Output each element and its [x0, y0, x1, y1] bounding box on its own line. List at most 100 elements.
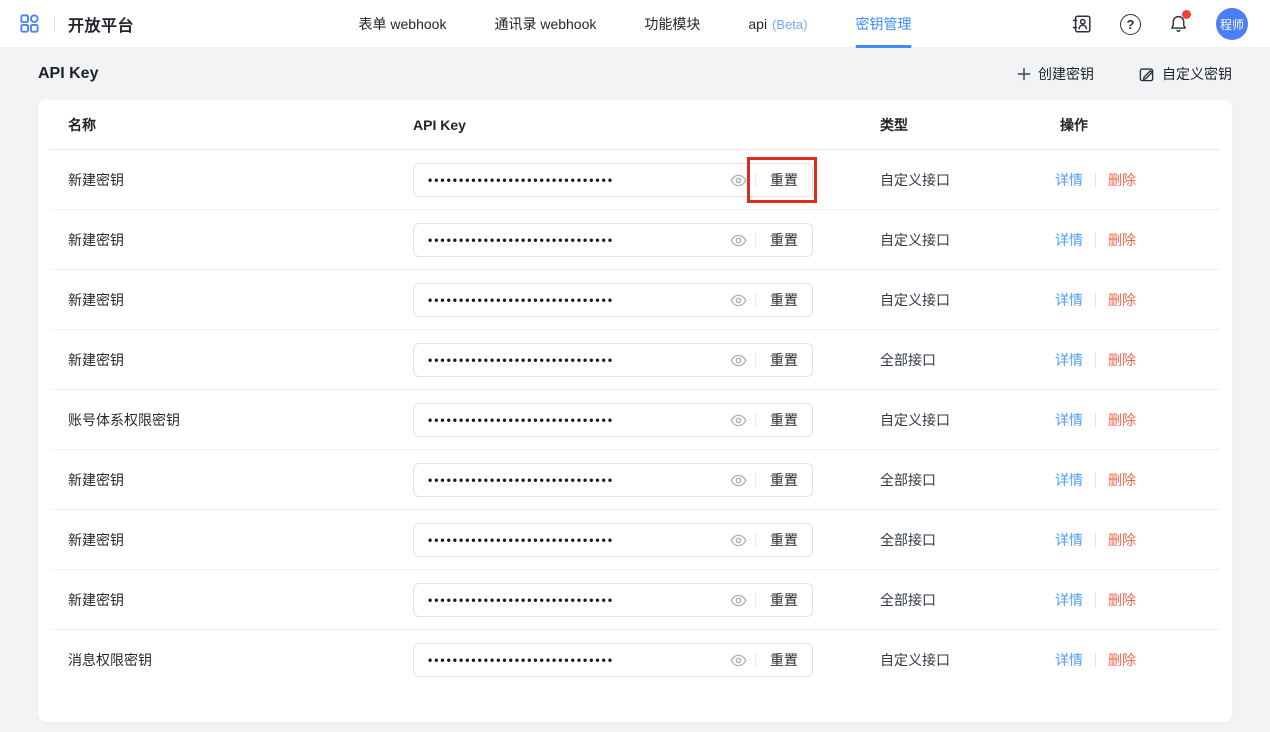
key-name: 新建密钥: [68, 150, 124, 210]
reset-button[interactable]: 重置: [756, 644, 812, 676]
table-row: 新建密钥 •••••••••••••••••••••••••••••• 重置 自…: [38, 150, 1232, 210]
detail-link[interactable]: 详情: [1055, 290, 1083, 310]
create-key-label: 创建密钥: [1038, 64, 1094, 84]
eye-icon[interactable]: [721, 284, 755, 316]
user-avatar[interactable]: 程师: [1216, 8, 1248, 40]
api-key-table-card: 名称 API Key 类型 操作 新建密钥 ••••••••••••••••••…: [38, 100, 1232, 722]
detail-link[interactable]: 详情: [1055, 530, 1083, 550]
table-body: 新建密钥 •••••••••••••••••••••••••••••• 重置 自…: [38, 150, 1232, 690]
key-type: 全部接口: [880, 330, 936, 390]
api-key-masked-input[interactable]: ••••••••••••••••••••••••••••••: [414, 233, 721, 247]
help-icon[interactable]: ?: [1120, 14, 1141, 35]
api-key-masked-input[interactable]: ••••••••••••••••••••••••••••••: [414, 653, 721, 667]
nav-item-contacts-webhook[interactable]: 通讯录 webhook: [494, 0, 596, 48]
nav-item-key-management[interactable]: 密钥管理: [855, 0, 911, 48]
key-name: 新建密钥: [68, 450, 124, 510]
table-row: 新建密钥 •••••••••••••••••••••••••••••• 重置 全…: [38, 510, 1232, 570]
eye-icon[interactable]: [721, 584, 755, 616]
reset-button[interactable]: 重置: [756, 464, 812, 496]
table-row: 新建密钥 •••••••••••••••••••••••••••••• 重置 自…: [38, 270, 1232, 330]
eye-icon[interactable]: [721, 164, 755, 196]
api-key-masked-input[interactable]: ••••••••••••••••••••••••••••••: [414, 533, 721, 547]
reset-button[interactable]: 重置: [756, 164, 812, 196]
reset-button[interactable]: 重置: [756, 524, 812, 556]
api-key-input-group: •••••••••••••••••••••••••••••• 重置: [413, 163, 813, 197]
delete-link[interactable]: 删除: [1108, 410, 1136, 430]
notification-dot: [1182, 10, 1191, 19]
reset-button[interactable]: 重置: [756, 344, 812, 376]
key-name: 新建密钥: [68, 270, 124, 330]
delete-link[interactable]: 删除: [1108, 650, 1136, 670]
eye-icon[interactable]: [721, 464, 755, 496]
table-row: 新建密钥 •••••••••••••••••••••••••••••• 重置 全…: [38, 450, 1232, 510]
top-navbar: 开放平台 表单 webhook 通讯录 webhook 功能模块 api (Be…: [0, 0, 1270, 48]
delete-link[interactable]: 删除: [1108, 230, 1136, 250]
table-header-row: 名称 API Key 类型 操作: [38, 100, 1232, 150]
eye-icon[interactable]: [721, 224, 755, 256]
nav-item-form-webhook[interactable]: 表单 webhook: [359, 0, 447, 48]
delete-link[interactable]: 删除: [1108, 290, 1136, 310]
api-key-input-group: •••••••••••••••••••••••••••••• 重置: [413, 343, 813, 377]
detail-link[interactable]: 详情: [1055, 410, 1083, 430]
detail-link[interactable]: 详情: [1055, 650, 1083, 670]
table-row: 账号体系权限密钥 •••••••••••••••••••••••••••••• …: [38, 390, 1232, 450]
api-key-input-group: •••••••••••••••••••••••••••••• 重置: [413, 403, 813, 437]
key-type: 自定义接口: [880, 630, 950, 690]
custom-key-button[interactable]: 自定义密钥: [1138, 64, 1232, 84]
reset-label: 重置: [770, 350, 798, 370]
detail-link[interactable]: 详情: [1055, 350, 1083, 370]
reset-label: 重置: [770, 230, 798, 250]
delete-link[interactable]: 删除: [1108, 170, 1136, 190]
key-type: 自定义接口: [880, 390, 950, 450]
operations-divider: [1095, 653, 1096, 667]
api-key-masked-input[interactable]: ••••••••••••••••••••••••••••••: [414, 593, 721, 607]
detail-link[interactable]: 详情: [1055, 470, 1083, 490]
api-key-masked-input[interactable]: ••••••••••••••••••••••••••••••: [414, 413, 721, 427]
detail-link[interactable]: 详情: [1055, 170, 1083, 190]
api-key-masked-input[interactable]: ••••••••••••••••••••••••••••••: [414, 473, 721, 487]
key-type: 全部接口: [880, 450, 936, 510]
operations-divider: [1095, 413, 1096, 427]
reset-button[interactable]: 重置: [756, 284, 812, 316]
table-row: 新建密钥 •••••••••••••••••••••••••••••• 重置 全…: [38, 330, 1232, 390]
delete-link[interactable]: 删除: [1108, 590, 1136, 610]
api-key-input-group: •••••••••••••••••••••••••••••• 重置: [413, 643, 813, 677]
eye-icon[interactable]: [721, 524, 755, 556]
delete-link[interactable]: 删除: [1108, 470, 1136, 490]
nav-item-feature-modules[interactable]: 功能模块: [644, 0, 700, 48]
table-row: 新建密钥 •••••••••••••••••••••••••••••• 重置 自…: [38, 210, 1232, 270]
api-key-input-group: •••••••••••••••••••••••••••••• 重置: [413, 583, 813, 617]
eye-icon[interactable]: [721, 344, 755, 376]
nav-item-api[interactable]: api (Beta): [748, 0, 807, 48]
reset-label: 重置: [770, 170, 798, 190]
reset-button[interactable]: 重置: [756, 224, 812, 256]
operations-divider: [1095, 533, 1096, 547]
eye-icon[interactable]: [721, 644, 755, 676]
api-key-masked-input[interactable]: ••••••••••••••••••••••••••••••: [414, 173, 721, 187]
edit-pencil-icon: [1138, 66, 1155, 83]
key-type: 自定义接口: [880, 210, 950, 270]
create-key-button[interactable]: 创建密钥: [1017, 64, 1094, 84]
delete-link[interactable]: 删除: [1108, 350, 1136, 370]
reset-button[interactable]: 重置: [756, 404, 812, 436]
reset-button[interactable]: 重置: [756, 584, 812, 616]
row-operations: 详情 删除: [1055, 630, 1136, 690]
detail-link[interactable]: 详情: [1055, 230, 1083, 250]
reset-label: 重置: [770, 470, 798, 490]
key-name: 新建密钥: [68, 510, 124, 570]
key-name: 新建密钥: [68, 330, 124, 390]
eye-icon[interactable]: [721, 404, 755, 436]
operations-divider: [1095, 173, 1096, 187]
app-grid-icon[interactable]: [18, 12, 41, 35]
api-key-masked-input[interactable]: ••••••••••••••••••••••••••••••: [414, 293, 721, 307]
reset-label: 重置: [770, 650, 798, 670]
api-key-masked-input[interactable]: ••••••••••••••••••••••••••••••: [414, 353, 721, 367]
notifications-bell-icon[interactable]: [1168, 13, 1189, 35]
operations-divider: [1095, 233, 1096, 247]
navbar-right: ? 程师: [1071, 0, 1270, 48]
api-key-input-group: •••••••••••••••••••••••••••••• 重置: [413, 283, 813, 317]
delete-link[interactable]: 删除: [1108, 530, 1136, 550]
detail-link[interactable]: 详情: [1055, 590, 1083, 610]
key-name: 新建密钥: [68, 570, 124, 630]
contacts-book-icon[interactable]: [1071, 13, 1093, 35]
